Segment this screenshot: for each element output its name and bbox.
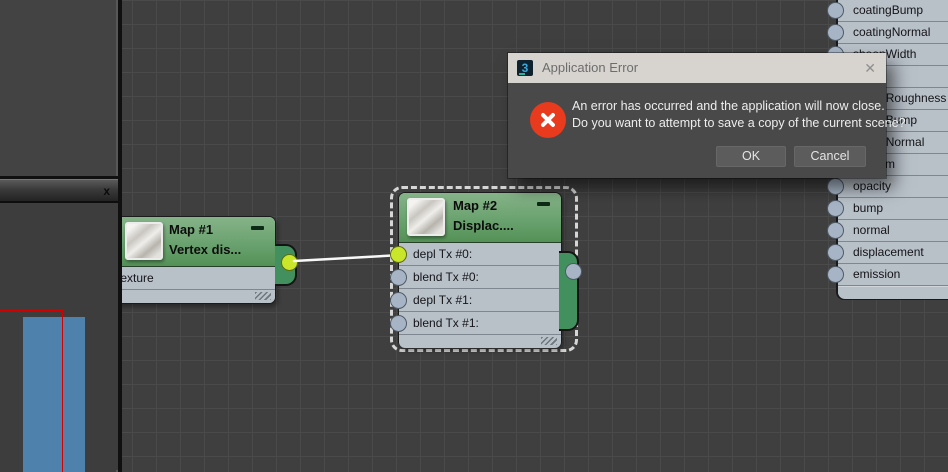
slot-row: emission	[827, 264, 948, 286]
input-socket[interactable]	[827, 200, 844, 217]
slot-label: blend Tx #0:	[413, 270, 479, 284]
slot-label: emission	[853, 267, 901, 281]
collapse-icon[interactable]	[251, 226, 264, 230]
dialog-message: An error has occurred and the applicatio…	[572, 98, 906, 132]
input-socket[interactable]	[827, 244, 844, 261]
preview-red-outline	[0, 310, 63, 472]
panel-close-icon[interactable]: x	[103, 184, 110, 198]
message-line-1: An error has occurred and the applicatio…	[572, 99, 885, 113]
input-socket[interactable]	[827, 222, 844, 239]
error-icon	[530, 102, 566, 138]
cancel-button[interactable]: Cancel	[794, 146, 866, 167]
collapse-icon[interactable]	[537, 202, 550, 206]
map1-title: Map #1 Vertex dis...	[169, 220, 241, 260]
slate-material-editor: coatingBump coatingNormal sheenWidth she…	[0, 0, 948, 472]
map1-node[interactable]: Map #1 Vertex dis... texture	[110, 216, 298, 304]
input-socket-depl-tx1[interactable]	[390, 292, 407, 309]
slot-row: opacity	[827, 176, 948, 198]
slot-label: depl Tx #1:	[413, 293, 473, 307]
input-socket-depl-tx0[interactable]	[390, 246, 407, 263]
map1-subtitle: Vertex dis...	[169, 242, 242, 257]
map1-name: Map #1	[169, 222, 214, 237]
input-socket[interactable]	[827, 24, 844, 41]
panel-titlebar[interactable]: x	[0, 179, 118, 203]
slot-label: bump	[853, 201, 884, 215]
ok-button[interactable]: OK	[716, 146, 786, 167]
map1-thumbnail	[125, 222, 163, 260]
map2-node[interactable]: Map #2 Displac.... depl Tx #0: blend Tx …	[390, 192, 582, 348]
input-socket[interactable]	[827, 266, 844, 283]
slot-label: blend Tx #1:	[413, 316, 479, 330]
left-top-panel	[0, 0, 122, 179]
dialog-body: An error has occurred and the applicatio…	[508, 83, 906, 178]
input-socket[interactable]	[827, 2, 844, 19]
dialog-titlebar[interactable]: 3 Application Error ✕	[508, 53, 886, 83]
panel-body	[0, 203, 118, 472]
node-footer	[838, 286, 948, 299]
input-socket-blend-tx1[interactable]	[390, 315, 407, 332]
slot-label: coatingBump	[853, 3, 924, 17]
input-socket[interactable]	[827, 178, 844, 195]
slot-row: blend Tx #0:	[399, 266, 561, 289]
slot-label: depl Tx #0:	[413, 247, 473, 261]
map2-name: Map #2	[453, 198, 498, 213]
map2-thumbnail	[407, 198, 445, 236]
map2-title: Map #2 Displac....	[453, 196, 514, 236]
node-footer	[111, 290, 275, 303]
slot-row: normal	[827, 220, 948, 242]
resize-grip-icon[interactable]	[255, 292, 271, 300]
input-socket-blend-tx0[interactable]	[390, 269, 407, 286]
slot-label: displacement	[853, 245, 924, 259]
application-error-dialog: 3 Application Error ✕ An error has occur…	[508, 53, 906, 178]
slot-row: blend Tx #1:	[399, 312, 561, 335]
slot-row: bump	[827, 198, 948, 220]
close-icon[interactable]: ✕	[864, 59, 876, 77]
map2-node-header[interactable]: Map #2 Displac....	[399, 193, 561, 243]
output-socket[interactable]	[565, 263, 582, 280]
map1-node-header[interactable]: Map #1 Vertex dis...	[111, 217, 275, 267]
message-line-2: Do you want to attempt to save a copy of…	[572, 116, 906, 130]
slot-row: texture	[111, 267, 275, 290]
slot-label: coatingNormal	[853, 25, 931, 39]
left-bottom-panel: x	[0, 179, 122, 472]
slot-label: opacity	[853, 179, 892, 193]
slot-label: texture	[117, 271, 154, 285]
3dsmax-app-icon: 3	[517, 60, 533, 76]
slot-row: displacement	[827, 242, 948, 264]
node-footer	[399, 335, 561, 348]
resize-grip-icon[interactable]	[541, 337, 557, 345]
slot-row: depl Tx #0:	[399, 243, 561, 266]
slot-row: depl Tx #1:	[399, 289, 561, 312]
slot-label: normal	[853, 223, 890, 237]
dialog-title: Application Error	[542, 60, 639, 75]
slot-row: coatingBump	[827, 0, 948, 22]
map2-subtitle: Displac....	[453, 218, 514, 233]
slot-row: coatingNormal	[827, 22, 948, 44]
output-socket[interactable]	[281, 254, 298, 271]
